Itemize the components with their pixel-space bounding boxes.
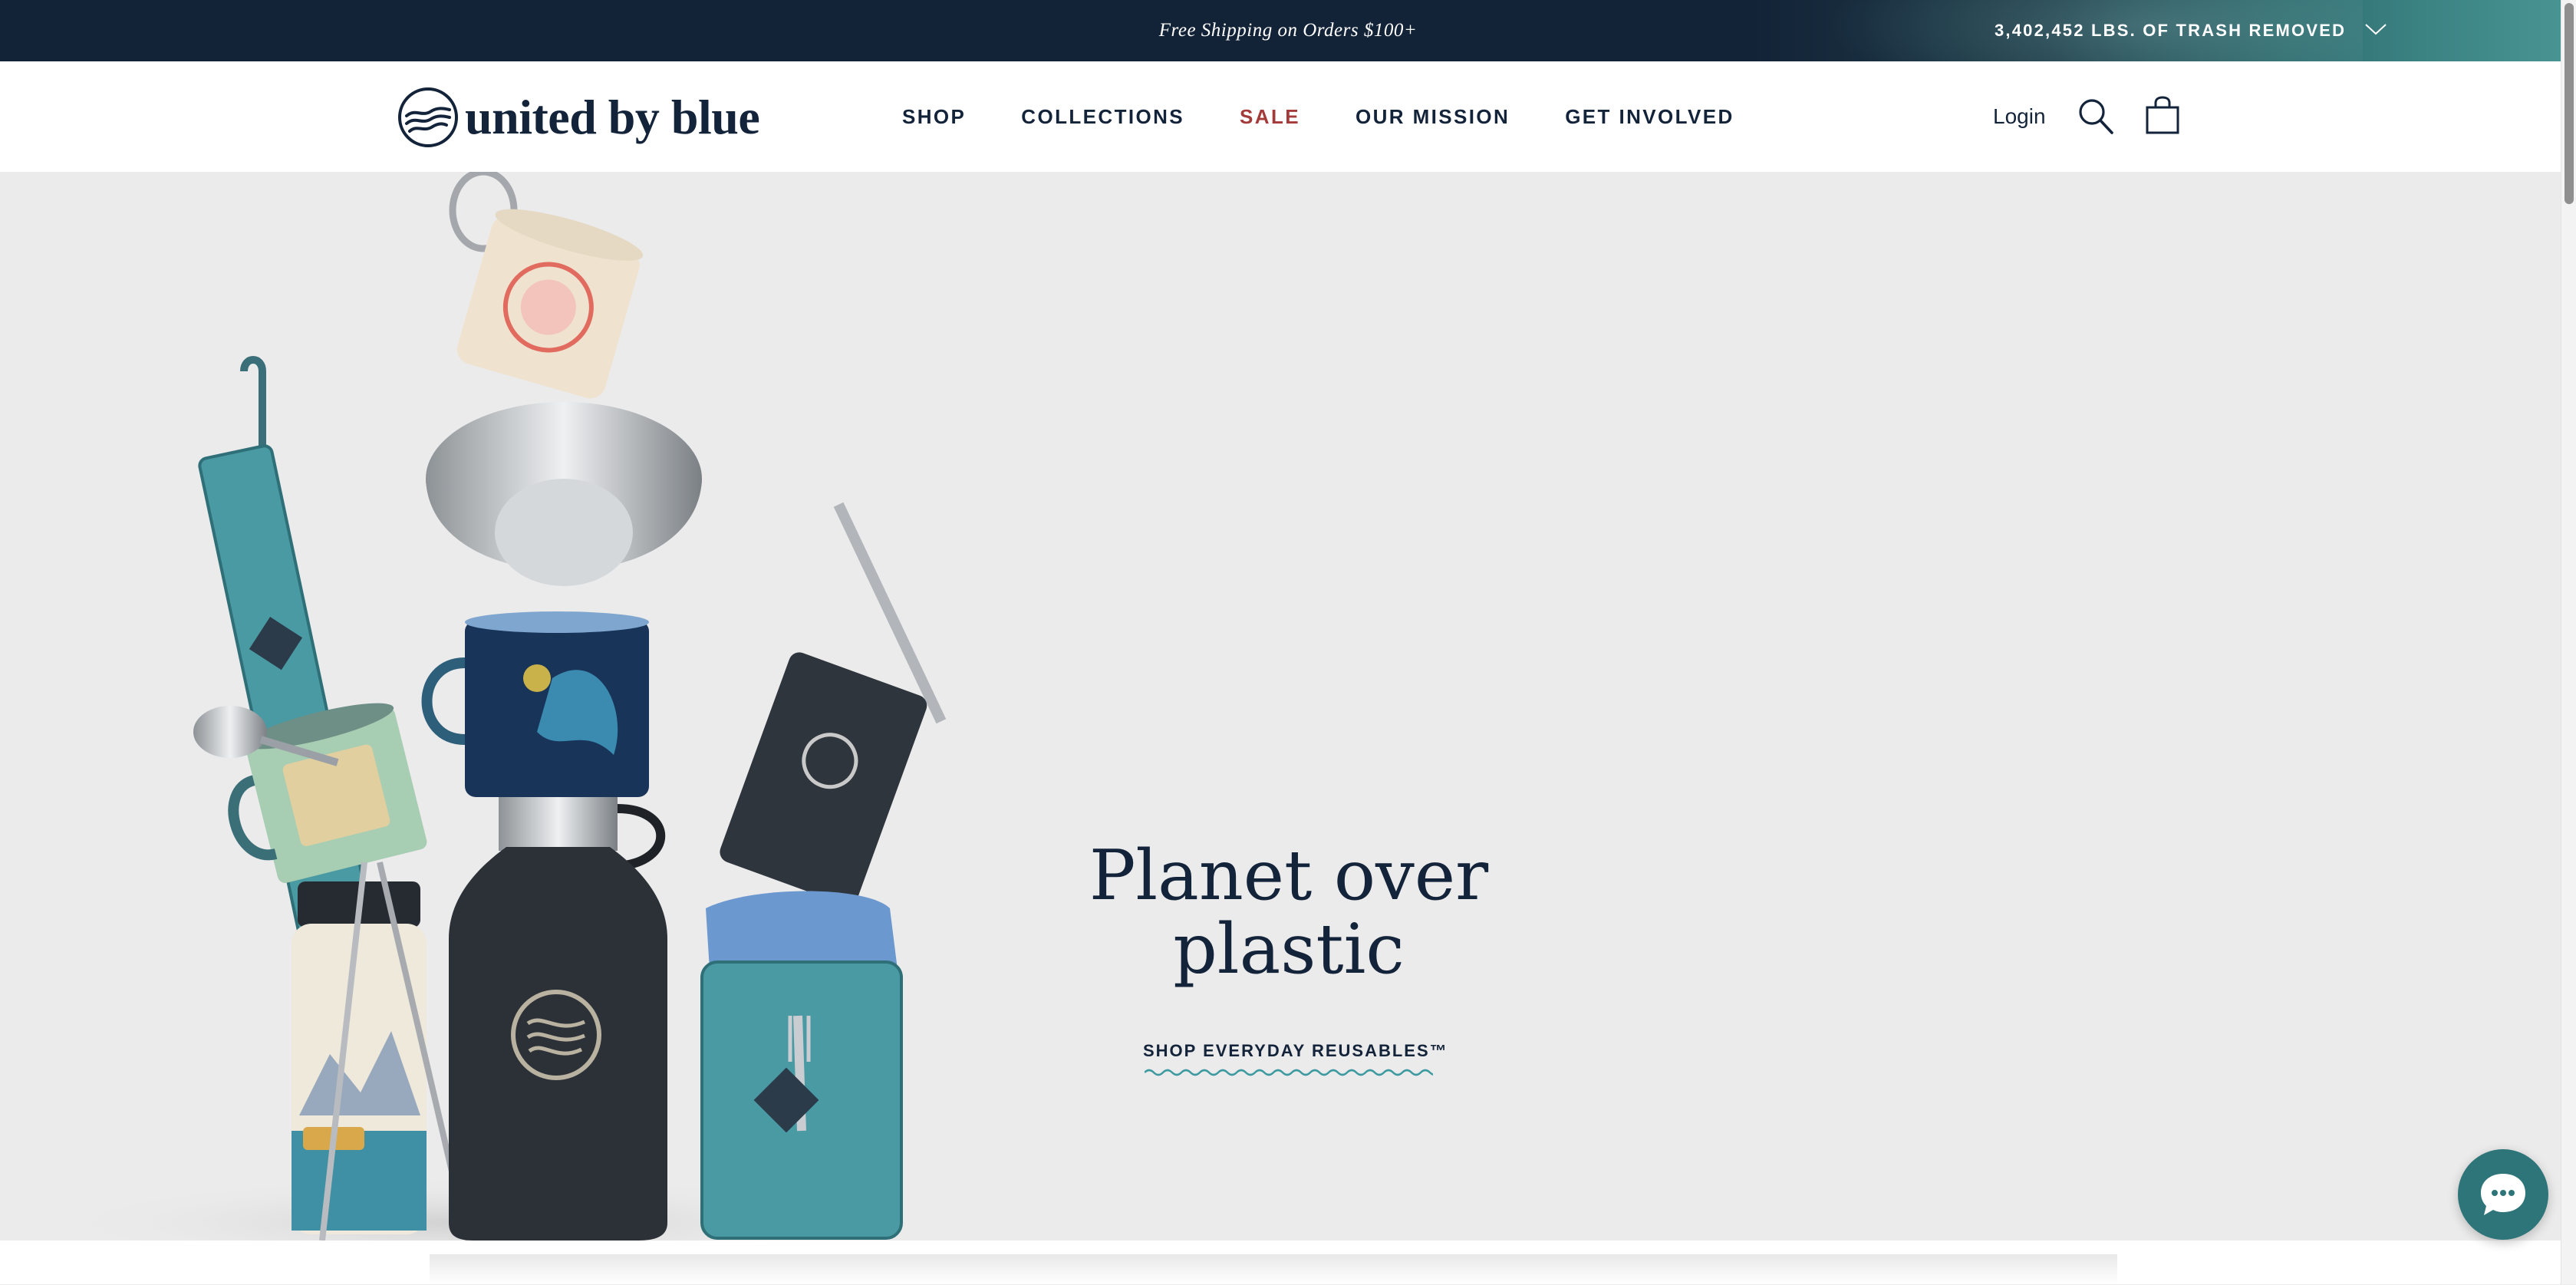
nav-our-mission[interactable]: OUR MISSION (1356, 105, 1510, 129)
nav-sale[interactable]: SALE (1240, 105, 1300, 129)
next-section-edge (0, 1241, 2576, 1285)
announcement-bar: Free Shipping on Orders $100+ 3,402,452 … (0, 0, 2576, 61)
page-scrollbar[interactable] (2561, 0, 2576, 1284)
product-collage-icon[interactable] (0, 172, 1013, 1241)
chevron-down-icon[interactable] (2364, 21, 2387, 37)
section-shadow (430, 1254, 2117, 1285)
logo-wordmark: united by blue (465, 90, 760, 144)
main-navigation: SHOP COLLECTIONS SALE OUR MISSION GET IN… (902, 61, 1790, 172)
scrollbar-thumb[interactable] (2564, 3, 2574, 204)
nav-collections[interactable]: COLLECTIONS (1021, 105, 1184, 129)
chat-button[interactable] (2458, 1149, 2548, 1240)
hero-title: Planet over plastic (1089, 835, 1489, 990)
site-header: united by blue SHOP COLLECTIONS SALE OUR… (0, 61, 2576, 172)
brand-logo[interactable]: united by blue (397, 84, 760, 150)
search-icon[interactable] (2077, 97, 2114, 136)
login-link[interactable]: Login (1993, 61, 2046, 172)
trash-removed-counter[interactable]: 3,402,452 LBS. OF TRASH REMOVED (1995, 0, 2346, 61)
shop-everyday-reusables-link[interactable]: SHOP EVERYDAY REUSABLES™ (1143, 1041, 1447, 1061)
wavy-underline-icon (1145, 1069, 1433, 1076)
nav-shop[interactable]: SHOP (902, 105, 966, 129)
hero-banner: Planet over plastic SHOP EVERYDAY REUSAB… (0, 172, 2576, 1241)
wave-logo-icon (398, 87, 458, 147)
chat-bubble-icon (2481, 1174, 2525, 1215)
nav-get-involved[interactable]: GET INVOLVED (1565, 105, 1734, 129)
shopping-bag-icon[interactable] (2145, 95, 2180, 135)
